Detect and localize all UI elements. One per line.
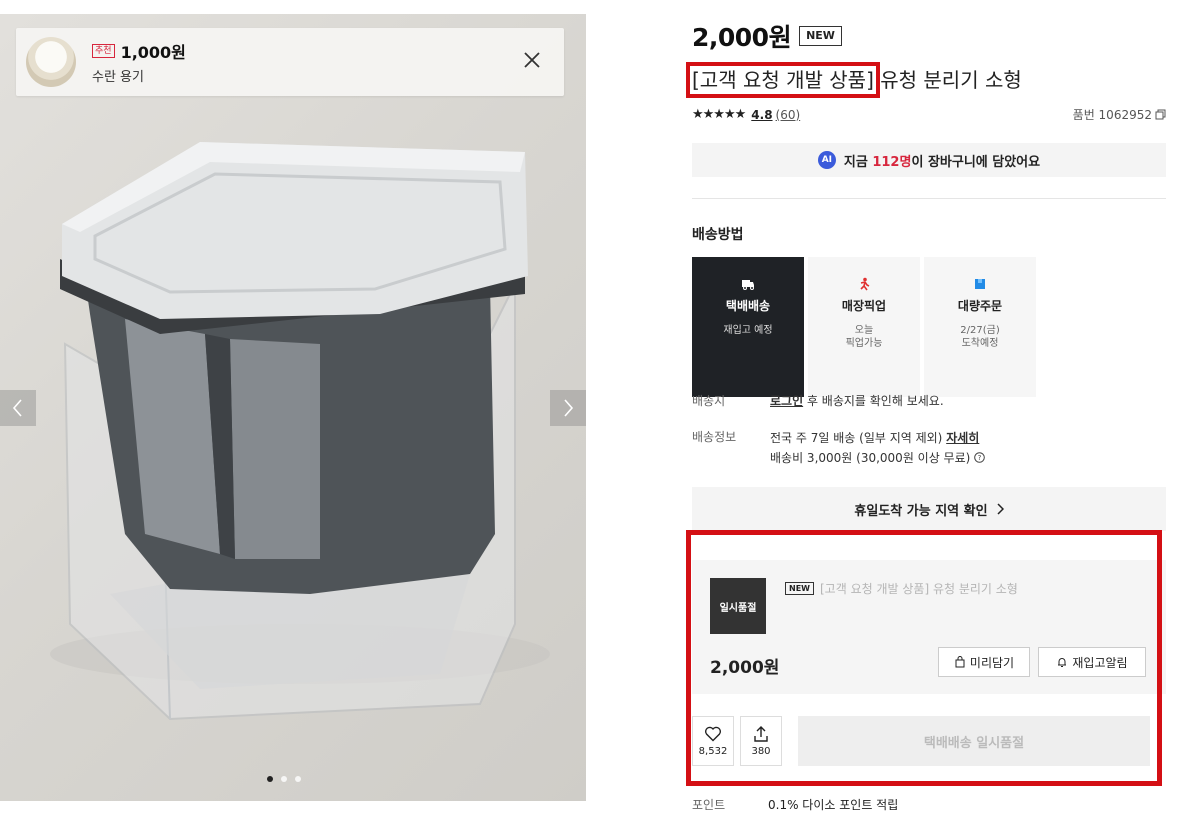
review-count[interactable]: (60) (776, 108, 801, 122)
chevron-right-icon (997, 503, 1004, 515)
star-rating-icon: ★★★★★ (692, 107, 746, 122)
gallery-pagination (267, 776, 301, 782)
next-image-button[interactable] (550, 390, 586, 426)
shipping-option-name: 매장픽업 (841, 299, 887, 313)
shipping-method-title: 배송방법 (692, 227, 744, 243)
box-icon (975, 279, 985, 289)
shipping-option-sub: 오늘 픽업가능 (845, 325, 883, 349)
details-link[interactable]: 자세히 (946, 431, 979, 445)
shipping-option-bulk[interactable]: 대량주문 2/27(금) 도착예정 (924, 257, 1036, 397)
delivery-address-label: 배송지 (692, 394, 726, 408)
title-prefix-highlight: [고객 요청 개발 상품] (686, 62, 880, 98)
ai-icon: AI (817, 151, 836, 169)
shipping-options: 택배배송 재입고 예정 매장픽업 오늘 픽업가능 대량주문 2/27(금) 도착예정 (692, 257, 1036, 397)
delivery-info-row: 배송정보 전국 주 7일 배송 (일부 지역 제외) 자세히 배송비 3,000… (692, 428, 985, 468)
holiday-delivery-label: 휴일도착 가능 지역 확인 (854, 503, 988, 519)
runner-icon (860, 277, 870, 291)
recommend-price: 1,000원 (120, 43, 186, 62)
product-photo (50, 142, 550, 721)
shipping-option-pickup[interactable]: 매장픽업 오늘 픽업가능 (808, 257, 920, 397)
product-image-gallery: 추천 1,000원 수란 용기 (0, 14, 586, 801)
login-link[interactable]: 로그인 (770, 394, 803, 408)
chevron-left-icon (12, 399, 22, 417)
shipping-option-sub: 재입고 예정 (723, 325, 773, 336)
ai-cart-notice: AI 지금 112명이 장바구니에 담았어요 (692, 143, 1166, 177)
delivery-address-row: 배송지 로그인 후 배송지를 확인해 보세요. (692, 394, 944, 408)
holiday-delivery-button[interactable]: 휴일도착 가능 지역 확인 (692, 487, 1166, 531)
cart-count: 112명 (872, 154, 912, 170)
points-text: 0.1% 다이소 포인트 적립 (768, 798, 899, 812)
points-label: 포인트 (692, 798, 726, 812)
sku-number[interactable]: 품번 1062952 (1073, 106, 1166, 123)
recommend-banner[interactable]: 추천 1,000원 수란 용기 (16, 28, 564, 96)
sku-text: 품번 1062952 (1072, 108, 1152, 122)
new-badge: NEW (799, 26, 842, 46)
pagination-dot[interactable] (267, 776, 273, 782)
shipping-option-name: 대량주문 (957, 299, 1003, 313)
recommend-thumbnail (26, 37, 76, 87)
shipping-option-sub: 2/27(금) 도착예정 (960, 325, 1000, 349)
truck-icon (742, 280, 754, 290)
help-icon[interactable]: ? (974, 452, 985, 463)
rating-score[interactable]: 4.8 (751, 108, 772, 122)
highlight-annotation-box (686, 530, 1162, 786)
recommend-badge: 추천 (92, 44, 115, 58)
pagination-dot[interactable] (281, 776, 287, 782)
product-price: 2,000원 (692, 23, 792, 52)
delivery-info-label: 배송정보 (692, 430, 737, 444)
recommend-name: 수란 용기 (92, 70, 144, 85)
points-row: 포인트 0.1% 다이소 포인트 적립 (692, 796, 898, 813)
close-icon[interactable] (520, 48, 544, 72)
copy-icon[interactable] (1155, 109, 1166, 120)
rating-row: ★★★★★ 4.8 (60) 품번 1062952 (692, 106, 1166, 123)
prev-image-button[interactable] (0, 390, 36, 426)
shipping-option-parcel[interactable]: 택배배송 재입고 예정 (692, 257, 804, 397)
product-title: [고객 요청 개발 상품] 유청 분리기 소형 (686, 62, 1022, 98)
title-rest: 유청 분리기 소형 (873, 68, 1022, 92)
divider (692, 198, 1166, 199)
pagination-dot[interactable] (295, 776, 301, 782)
shipping-fee-text: 배송비 3,000원 (30,000원 이상 무료) (770, 451, 971, 465)
chevron-right-icon (564, 399, 574, 417)
svg-text:?: ? (978, 454, 982, 462)
shipping-option-name: 택배배송 (725, 299, 771, 313)
ai-notice-text: 지금 112명이 장바구니에 담았어요 (843, 154, 1041, 170)
